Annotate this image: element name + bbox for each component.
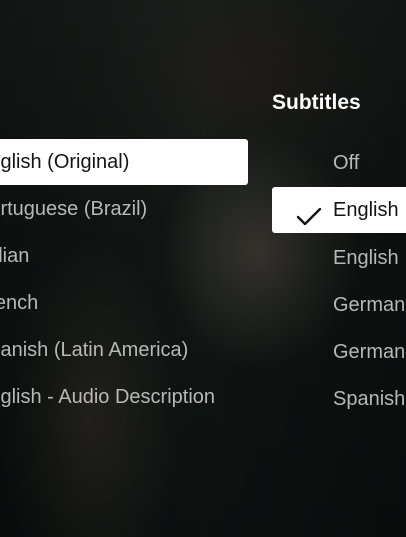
audio-option-portuguese-brazil[interactable]: Portuguese (Brazil) <box>0 186 248 232</box>
checkmark-icon <box>296 199 322 226</box>
audio-option-spanish-latin-america[interactable]: Spanish (Latin America) <box>0 327 248 373</box>
audio-option-label: English (Original) <box>0 151 130 173</box>
subtitle-option-label: German <box>333 294 406 316</box>
subtitle-option-off[interactable]: Off <box>272 140 406 186</box>
subtitle-option-english[interactable]: English <box>272 235 406 281</box>
audio-option-label: English - Audio Description <box>0 386 216 408</box>
audio-option-italian[interactable]: Italian <box>0 233 248 279</box>
audio-option-label: Spanish (Latin America) <box>0 339 189 361</box>
subtitle-option-label: English <box>333 247 399 269</box>
audio-option-label: Italian <box>0 245 30 267</box>
subtitle-option-german-2[interactable]: German <box>272 329 406 375</box>
subtitle-option-label: German <box>333 341 406 363</box>
audio-option-english-audio-description[interactable]: English - Audio Description <box>0 374 248 420</box>
audio-option-label: French <box>0 292 39 314</box>
subtitle-option-label: Spanish <box>333 388 406 410</box>
subtitle-option-spanish[interactable]: Spanish <box>272 376 406 422</box>
subtitle-option-label: Off <box>333 152 360 174</box>
subtitle-option-label: English <box>333 199 399 221</box>
subtitle-option-english-selected[interactable]: English <box>272 187 406 233</box>
subtitles-heading: Subtitles <box>272 91 361 114</box>
audio-option-english-original[interactable]: English (Original) <box>0 139 248 185</box>
subtitle-option-german[interactable]: German <box>272 282 406 328</box>
audio-option-french[interactable]: French <box>0 280 248 326</box>
audio-option-label: Portuguese (Brazil) <box>0 198 148 220</box>
